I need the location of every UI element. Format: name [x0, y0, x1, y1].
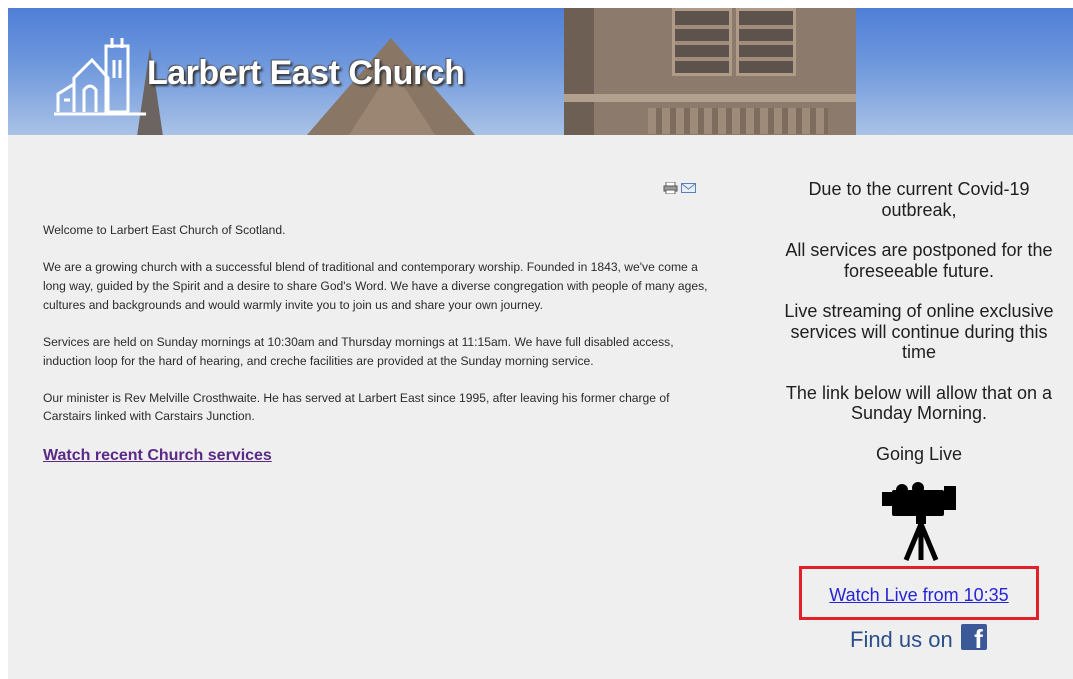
about-paragraph: We are a growing church with a successfu… — [43, 260, 708, 312]
tower-carving — [648, 108, 828, 134]
minister-paragraph: Our minister is Rev Melville Crosthwaite… — [43, 390, 670, 424]
watch-recent-services-link[interactable]: Watch recent Church services — [43, 447, 272, 465]
church-logo-icon[interactable] — [54, 34, 146, 120]
services-paragraph: Services are held on Sunday mornings at … — [43, 334, 674, 368]
video-camera-icon — [882, 482, 956, 561]
site-title[interactable]: Larbert East Church — [147, 54, 465, 93]
going-live-label: Going Live — [875, 443, 963, 464]
header-banner: Larbert East Church — [8, 8, 1073, 135]
page-tools — [663, 179, 703, 195]
notice-line: Live streaming of online exclusive servi… — [784, 301, 1054, 362]
notice-line: The link below will allow that on a Sund… — [785, 382, 1053, 424]
tower-window — [672, 8, 732, 76]
find-us-label: Find us on — [850, 627, 953, 652]
covid-notice: Due to the current Covid-19 outbreak, Al… — [777, 179, 1061, 484]
find-us-on-facebook[interactable]: Find us on f — [850, 624, 987, 656]
live-highlight-box: Watch Live from 10:35 — [799, 566, 1039, 620]
watch-live-link[interactable]: Watch Live from 10:35 — [802, 585, 1036, 606]
print-icon[interactable] — [663, 181, 678, 194]
facebook-icon[interactable]: f — [960, 624, 987, 652]
notice-line: Due to the current Covid-19 outbreak, — [808, 179, 1030, 220]
content-area: Welcome to Larbert East Church of Scotla… — [8, 135, 1073, 679]
email-icon[interactable] — [681, 182, 696, 194]
welcome-paragraph: Welcome to Larbert East Church of Scotla… — [43, 223, 286, 237]
tower-window — [736, 8, 796, 76]
welcome-text: Welcome to Larbert East Church of Scotla… — [43, 221, 708, 445]
tower-ledge — [564, 94, 856, 102]
tower-shadow — [564, 8, 594, 135]
notice-line: All services are postponed for the fores… — [785, 240, 1053, 281]
